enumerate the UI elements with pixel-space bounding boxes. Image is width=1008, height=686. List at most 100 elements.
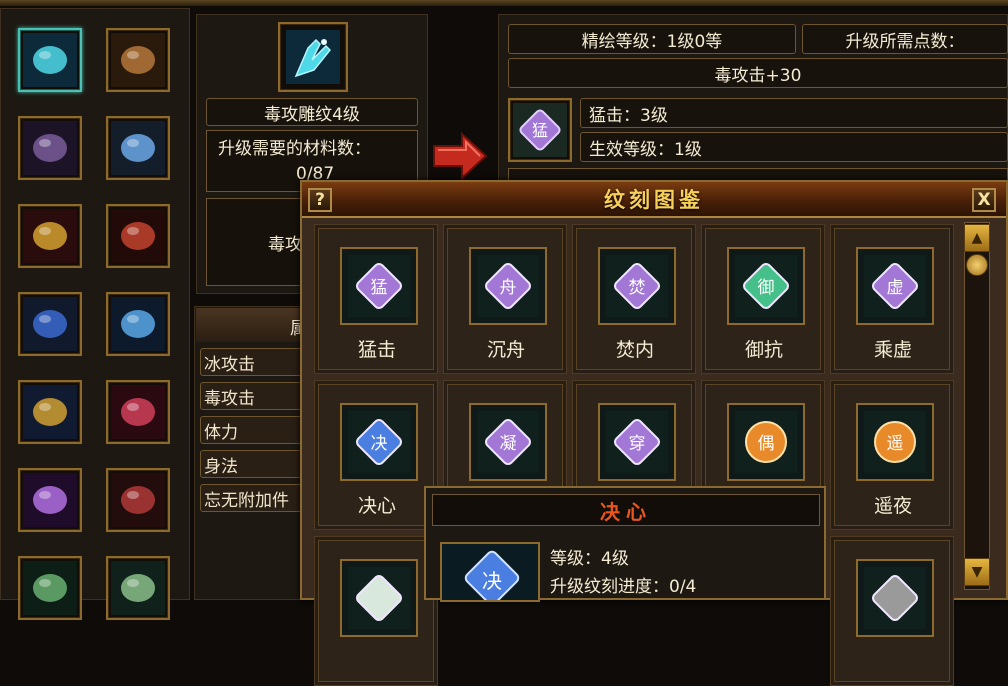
- scroll-thumb[interactable]: [966, 254, 988, 276]
- equipment-slot[interactable]: [18, 292, 82, 356]
- equipment-slot[interactable]: [106, 116, 170, 180]
- attribute-row[interactable]: 冰攻击: [200, 348, 310, 376]
- scroll-up-button[interactable]: ▲: [964, 224, 990, 252]
- red-boots-icon: [111, 473, 165, 527]
- equipment-slot[interactable]: [106, 468, 170, 532]
- blue-gem-ring-icon: [111, 121, 165, 175]
- orange-rune-yao-icon: 遥: [864, 411, 926, 473]
- rune-card-name: 沉舟: [486, 339, 525, 361]
- rune-card-icon: 遥: [856, 403, 934, 481]
- rune-card[interactable]: 猛猛击: [314, 224, 438, 374]
- rune-card-icon: 焚: [598, 247, 676, 325]
- rune-tooltip: 决心 决 等级：4级 升级纹刻进度：0/4: [424, 486, 826, 602]
- attribute-row[interactable]: 忘无附加件: [200, 484, 310, 512]
- equipment-slot[interactable]: [18, 468, 82, 532]
- refine-level: 精绘等级：1级0等: [508, 24, 796, 54]
- purple-rune-ning-icon: 凝: [477, 411, 539, 473]
- bronze-ring-icon: [111, 33, 165, 87]
- svg-text:偶: 偶: [758, 434, 775, 454]
- equipment-slot[interactable]: [18, 556, 82, 620]
- attribute-row[interactable]: 体力: [200, 416, 310, 444]
- rune-card-name: 决心: [357, 495, 396, 517]
- svg-text:凝: 凝: [500, 434, 517, 454]
- rune-card[interactable]: 虚乘虚: [830, 224, 954, 374]
- svg-text:舟: 舟: [500, 278, 517, 298]
- skill-name: 猛击：3级: [580, 98, 1008, 128]
- equipment-slot[interactable]: [106, 380, 170, 444]
- attribute-row[interactable]: 毒攻击: [200, 382, 310, 410]
- blue-rune-jue-icon: 决: [442, 544, 538, 600]
- rune-card-name: 御抗: [744, 339, 783, 361]
- red-bracer-icon: [111, 209, 165, 263]
- equipment-slot[interactable]: [106, 292, 170, 356]
- selected-item-slot[interactable]: [278, 22, 348, 92]
- skill-slot[interactable]: 猛: [508, 98, 572, 162]
- purple-rune-meng-icon: 猛: [348, 255, 410, 317]
- rune-card[interactable]: 决决心: [314, 380, 438, 530]
- equipment-slot[interactable]: [18, 116, 82, 180]
- purple-armor-icon: [23, 121, 77, 175]
- svg-text:御: 御: [758, 278, 775, 298]
- purple-rune-fen-icon: 焚: [606, 255, 668, 317]
- rune-card[interactable]: [830, 536, 954, 686]
- attribute-row[interactable]: 身法: [200, 450, 310, 478]
- svg-text:遥: 遥: [887, 434, 904, 454]
- blue-needle-icon: [111, 297, 165, 351]
- rune-card-name: 乘虚: [873, 339, 912, 361]
- red-glove-icon: [111, 385, 165, 439]
- result-text: 毒攻: [268, 235, 302, 255]
- purple-rune-chuan-icon: 穿: [606, 411, 668, 473]
- rune-card-icon: 虚: [856, 247, 934, 325]
- orange-rune-coin-icon: 偶: [735, 411, 797, 473]
- rune-card-icon: [856, 559, 934, 637]
- red-gold-gauntlet-icon: [23, 209, 77, 263]
- material-label: 升级需要的材料数：: [218, 139, 371, 159]
- rune-card-icon: 舟: [469, 247, 547, 325]
- equipment-slot[interactable]: [106, 28, 170, 92]
- close-button[interactable]: X: [972, 188, 996, 212]
- rune-card-icon: 决: [340, 403, 418, 481]
- svg-text:虚: 虚: [887, 278, 904, 298]
- svg-text:焚: 焚: [629, 278, 646, 298]
- upgrade-points: 升级所需点数：: [802, 24, 1008, 54]
- help-button[interactable]: ?: [308, 188, 332, 212]
- rune-card-icon: 猛: [340, 247, 418, 325]
- svg-text:穿: 穿: [629, 434, 646, 454]
- equipment-slot[interactable]: [106, 556, 170, 620]
- rune-card[interactable]: 焚焚内: [572, 224, 696, 374]
- equipment-slot[interactable]: [106, 204, 170, 268]
- svg-text:决: 决: [371, 434, 388, 454]
- cyan-claw-weapon-icon: [23, 33, 77, 87]
- jade-amulet-icon: [111, 561, 165, 615]
- catalog-scrollbar[interactable]: [964, 222, 990, 590]
- tooltip-title: 决心: [432, 494, 820, 526]
- svg-text:决: 决: [482, 569, 502, 593]
- cyan-claw-weapon-icon: [286, 30, 340, 84]
- rune-card-name: 猛击: [357, 339, 396, 361]
- effect-level: 生效等级：1级: [580, 132, 1008, 162]
- jade-pendant-icon: [23, 561, 77, 615]
- rune-card[interactable]: [314, 536, 438, 686]
- scroll-down-button[interactable]: ▼: [964, 558, 990, 586]
- purple-rune-zhou-icon: 舟: [477, 255, 539, 317]
- top-frame-bar: [0, 0, 1008, 6]
- blue-rune-jue-icon: 决: [348, 411, 410, 473]
- rune-card-icon: 穿: [598, 403, 676, 481]
- rune-card[interactable]: 舟沉舟: [443, 224, 567, 374]
- blue-gold-belt-icon: [23, 385, 77, 439]
- equipment-slot[interactable]: [18, 204, 82, 268]
- tooltip-progress: 升级纹刻进度：0/4: [550, 577, 697, 597]
- equipment-slot[interactable]: [18, 380, 82, 444]
- rune-card-icon: [340, 559, 418, 637]
- rune-card-name: 遥夜: [873, 495, 912, 517]
- rune-card-icon: 御: [727, 247, 805, 325]
- white-rune-icon: [348, 567, 410, 629]
- equipment-slot[interactable]: [18, 28, 82, 92]
- rune-card-icon: 凝: [469, 403, 547, 481]
- rune-card-icon: 偶: [727, 403, 805, 481]
- purple-rune-xu-icon: 虚: [864, 255, 926, 317]
- rune-card[interactable]: 御御抗: [701, 224, 825, 374]
- rune-card-name: 焚内: [615, 339, 654, 361]
- rune-card[interactable]: 遥遥夜: [830, 380, 954, 530]
- svg-text:猛: 猛: [532, 121, 548, 140]
